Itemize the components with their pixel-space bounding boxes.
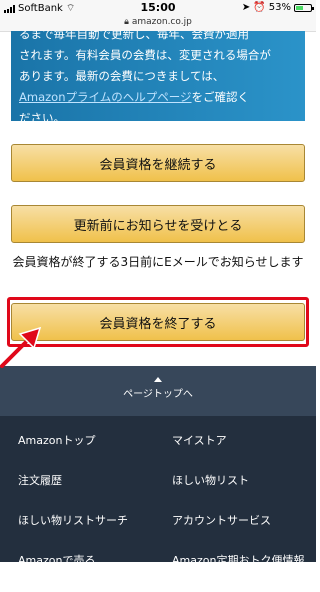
location-icon: ➤: [241, 2, 251, 13]
footer-link-row: Amazonで売る Amazon定期おトク便情報: [18, 552, 308, 592]
footer-link[interactable]: アカウントサービス: [154, 512, 308, 552]
footer-link[interactable]: Amazonトップ: [18, 432, 154, 472]
notice-line: あります。最新の会費につきましては、: [19, 69, 225, 83]
footer-link[interactable]: ほしい物リストサーチ: [18, 512, 154, 552]
alarm-icon: ⏰: [253, 2, 266, 13]
back-to-top-label: ページトップへ: [123, 389, 193, 400]
footer-link[interactable]: Amazon定期おトク便情報: [154, 552, 308, 592]
pointer-arrow-icon: [0, 326, 42, 368]
caret-up-icon: [154, 377, 162, 382]
footer-link[interactable]: 注文履歴: [18, 472, 154, 512]
continue-membership-button[interactable]: 会員資格を継続する: [11, 144, 305, 182]
footer-links: Amazonトップ マイストア 注文履歴 ほしい物リスト ほしい物リストサーチ …: [18, 432, 308, 592]
notice-line: されます。有料会員の会費は、変更される場合が: [19, 48, 271, 62]
back-to-top-button[interactable]: ページトップへ: [0, 366, 316, 416]
footer-link[interactable]: マイストア: [154, 432, 308, 472]
status-bar: SoftBank ⌔ 15:00 ➤ ⏰ 53%: [0, 0, 316, 16]
notify-before-renewal-button[interactable]: 更新前にお知らせを受けとる: [11, 205, 305, 243]
notice-line: るまで毎年自動で更新し、毎年、会費が適用: [19, 31, 249, 41]
info-text: 会員資格が終了する3日前にEメールでお知らせします: [12, 255, 304, 269]
url-text: amazon.co.jp: [131, 17, 192, 27]
footer-link-row: 注文履歴 ほしい物リスト: [18, 472, 308, 512]
battery-icon: [294, 3, 314, 12]
url-bar[interactable]: 🔒︎ amazon.co.jp: [0, 16, 316, 32]
footer-link[interactable]: ほしい物リスト: [154, 472, 308, 512]
footer-link[interactable]: Amazonで売る: [18, 552, 154, 592]
status-right: ➤ ⏰ 53%: [241, 2, 314, 13]
footer-link-row: Amazonトップ マイストア: [18, 432, 308, 472]
lock-icon: 🔒︎: [124, 17, 129, 27]
notice-box: るまで毎年自動で更新し、毎年、会費が適用 されます。有料会員の会費は、変更される…: [11, 31, 305, 121]
notice-line: ださい。: [19, 111, 65, 121]
end-membership-button[interactable]: 会員資格を終了する: [11, 303, 305, 341]
battery-percent: 53%: [268, 2, 291, 13]
notice-text: をご確認く: [191, 90, 250, 104]
footer-link-row: ほしい物リストサーチ アカウントサービス: [18, 512, 308, 552]
prime-help-link[interactable]: Amazonプライムのヘルプページ: [19, 90, 192, 104]
